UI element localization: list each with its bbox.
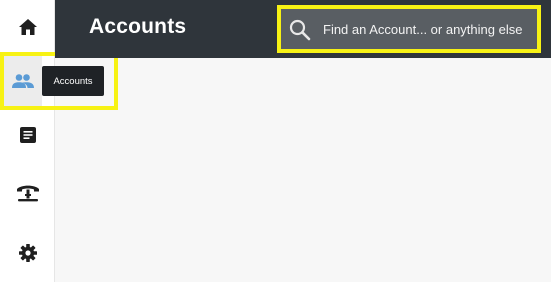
sidebar-item-accounts[interactable] <box>0 56 46 106</box>
search-icon <box>289 19 311 41</box>
phone-icon <box>16 185 39 202</box>
main-content <box>56 58 551 282</box>
sidebar-item-home[interactable] <box>0 2 55 52</box>
app-window: Accounts Accounts <box>0 0 551 282</box>
search-input[interactable] <box>323 9 537 49</box>
accounts-tooltip: Accounts <box>42 66 104 96</box>
sidebar <box>0 0 118 282</box>
page-title: Accounts <box>89 15 187 38</box>
notes-icon <box>19 127 36 143</box>
sidebar-item-settings[interactable] <box>0 228 55 278</box>
home-icon <box>18 19 37 35</box>
gear-icon <box>18 244 37 262</box>
sidebar-item-calls[interactable] <box>0 168 55 218</box>
sidebar-item-notes[interactable] <box>0 110 55 160</box>
top-header: Accounts <box>55 0 551 58</box>
search-box[interactable] <box>277 5 541 53</box>
people-icon <box>12 74 34 88</box>
